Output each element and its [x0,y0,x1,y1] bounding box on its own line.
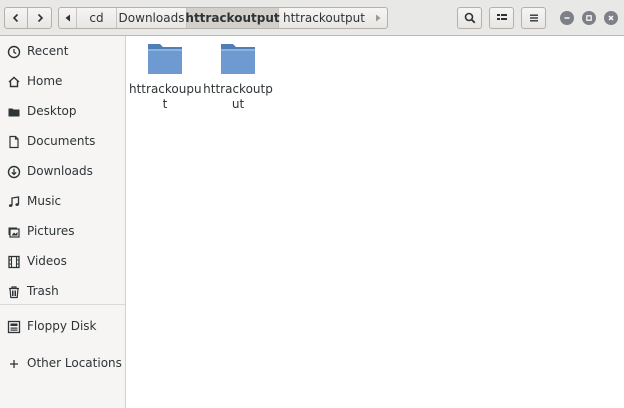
sidebar-item-label: Videos [27,254,67,268]
search-icon [464,12,475,24]
folder-label: httrackoutp ut [202,82,274,112]
path-segment-current[interactable]: httrackoutput [185,8,280,28]
list-view-icon [496,14,507,20]
floppy-disk-icon [6,319,22,335]
chevron-right-icon [37,13,43,23]
search-button[interactable] [457,7,482,29]
folder-item[interactable]: httrackoupu t [129,40,202,116]
path-scroll-right-button[interactable] [369,8,387,28]
hamburger-menu-icon [529,14,538,22]
sidebar-separator [0,304,125,305]
file-manager-window: cd Downloads httrackoutput httrackoutput [0,0,624,408]
path-bar: cd Downloads httrackoutput httrackoutput [58,7,388,29]
film-icon [6,254,22,270]
folder-item[interactable]: httrackoutp ut [202,40,274,116]
sidebar-item-label: Pictures [27,224,75,238]
folder-label-line: t [162,97,168,111]
sidebar-item-home[interactable]: Home [0,69,125,95]
folder-icon [148,44,182,74]
folder-label-line: httrackoutp [203,82,273,96]
home-icon [6,74,22,90]
sidebar-item-floppy-disk[interactable]: Floppy Disk [0,314,125,340]
sidebar: Recent Home Desktop Documents Downloads [0,36,126,408]
sidebar-item-videos[interactable]: Videos [0,249,125,275]
triangle-left-icon [65,14,70,22]
sidebar-item-label: Music [27,194,62,208]
sidebar-item-other-locations[interactable]: Other Locations [0,351,125,377]
view-toggle-button[interactable] [489,7,514,29]
folder-icon [221,44,255,74]
sidebar-item-label: Recent [27,44,69,58]
download-icon [6,164,22,180]
desktop-folder-icon [6,104,22,120]
sidebar-item-pictures[interactable]: Pictures [0,219,125,245]
sidebar-item-label: Documents [27,134,96,148]
folder-label-line: httrackoupu [129,82,202,96]
picture-icon [6,224,22,240]
sidebar-item-label: Home [27,74,63,88]
sidebar-item-trash[interactable]: Trash [0,279,125,305]
menu-button[interactable] [521,7,546,29]
clock-icon [6,44,22,60]
sidebar-item-label: Trash [27,284,59,298]
sidebar-item-music[interactable]: Music [0,189,125,215]
file-view[interactable]: httrackoupu t httrackoutp ut [126,36,624,408]
sidebar-item-recent[interactable]: Recent [0,39,125,65]
close-button[interactable] [604,11,618,25]
sidebar-item-label: Downloads [27,164,93,178]
forward-button[interactable] [27,7,52,29]
back-button[interactable] [4,7,28,29]
trash-icon [6,284,22,300]
path-segment-downloads[interactable]: Downloads [117,8,187,28]
sidebar-item-documents[interactable]: Documents [0,129,125,155]
maximize-icon [586,15,592,21]
maximize-button[interactable] [582,11,596,25]
minimize-button[interactable] [560,11,574,25]
sidebar-item-label: Other Locations [27,356,122,370]
sidebar-item-label: Floppy Disk [27,319,97,333]
minimize-icon [564,17,570,19]
plus-icon [6,356,22,372]
close-icon [608,15,614,21]
document-icon [6,134,22,150]
folder-label: httrackoupu t [129,82,202,112]
sidebar-item-desktop[interactable]: Desktop [0,99,125,125]
path-scroll-left-button[interactable] [59,8,77,28]
chevron-left-icon [12,13,19,23]
music-note-icon [6,194,22,210]
sidebar-item-downloads[interactable]: Downloads [0,159,125,185]
header-bar: cd Downloads httrackoutput httrackoutput [0,0,624,36]
sidebar-item-label: Desktop [27,104,77,118]
triangle-right-icon [376,14,381,22]
path-segment-cd[interactable]: cd [77,8,117,28]
path-segment-child[interactable]: httrackoutput [279,8,369,28]
folder-label-line: ut [231,97,245,111]
navigation-buttons [4,7,52,29]
